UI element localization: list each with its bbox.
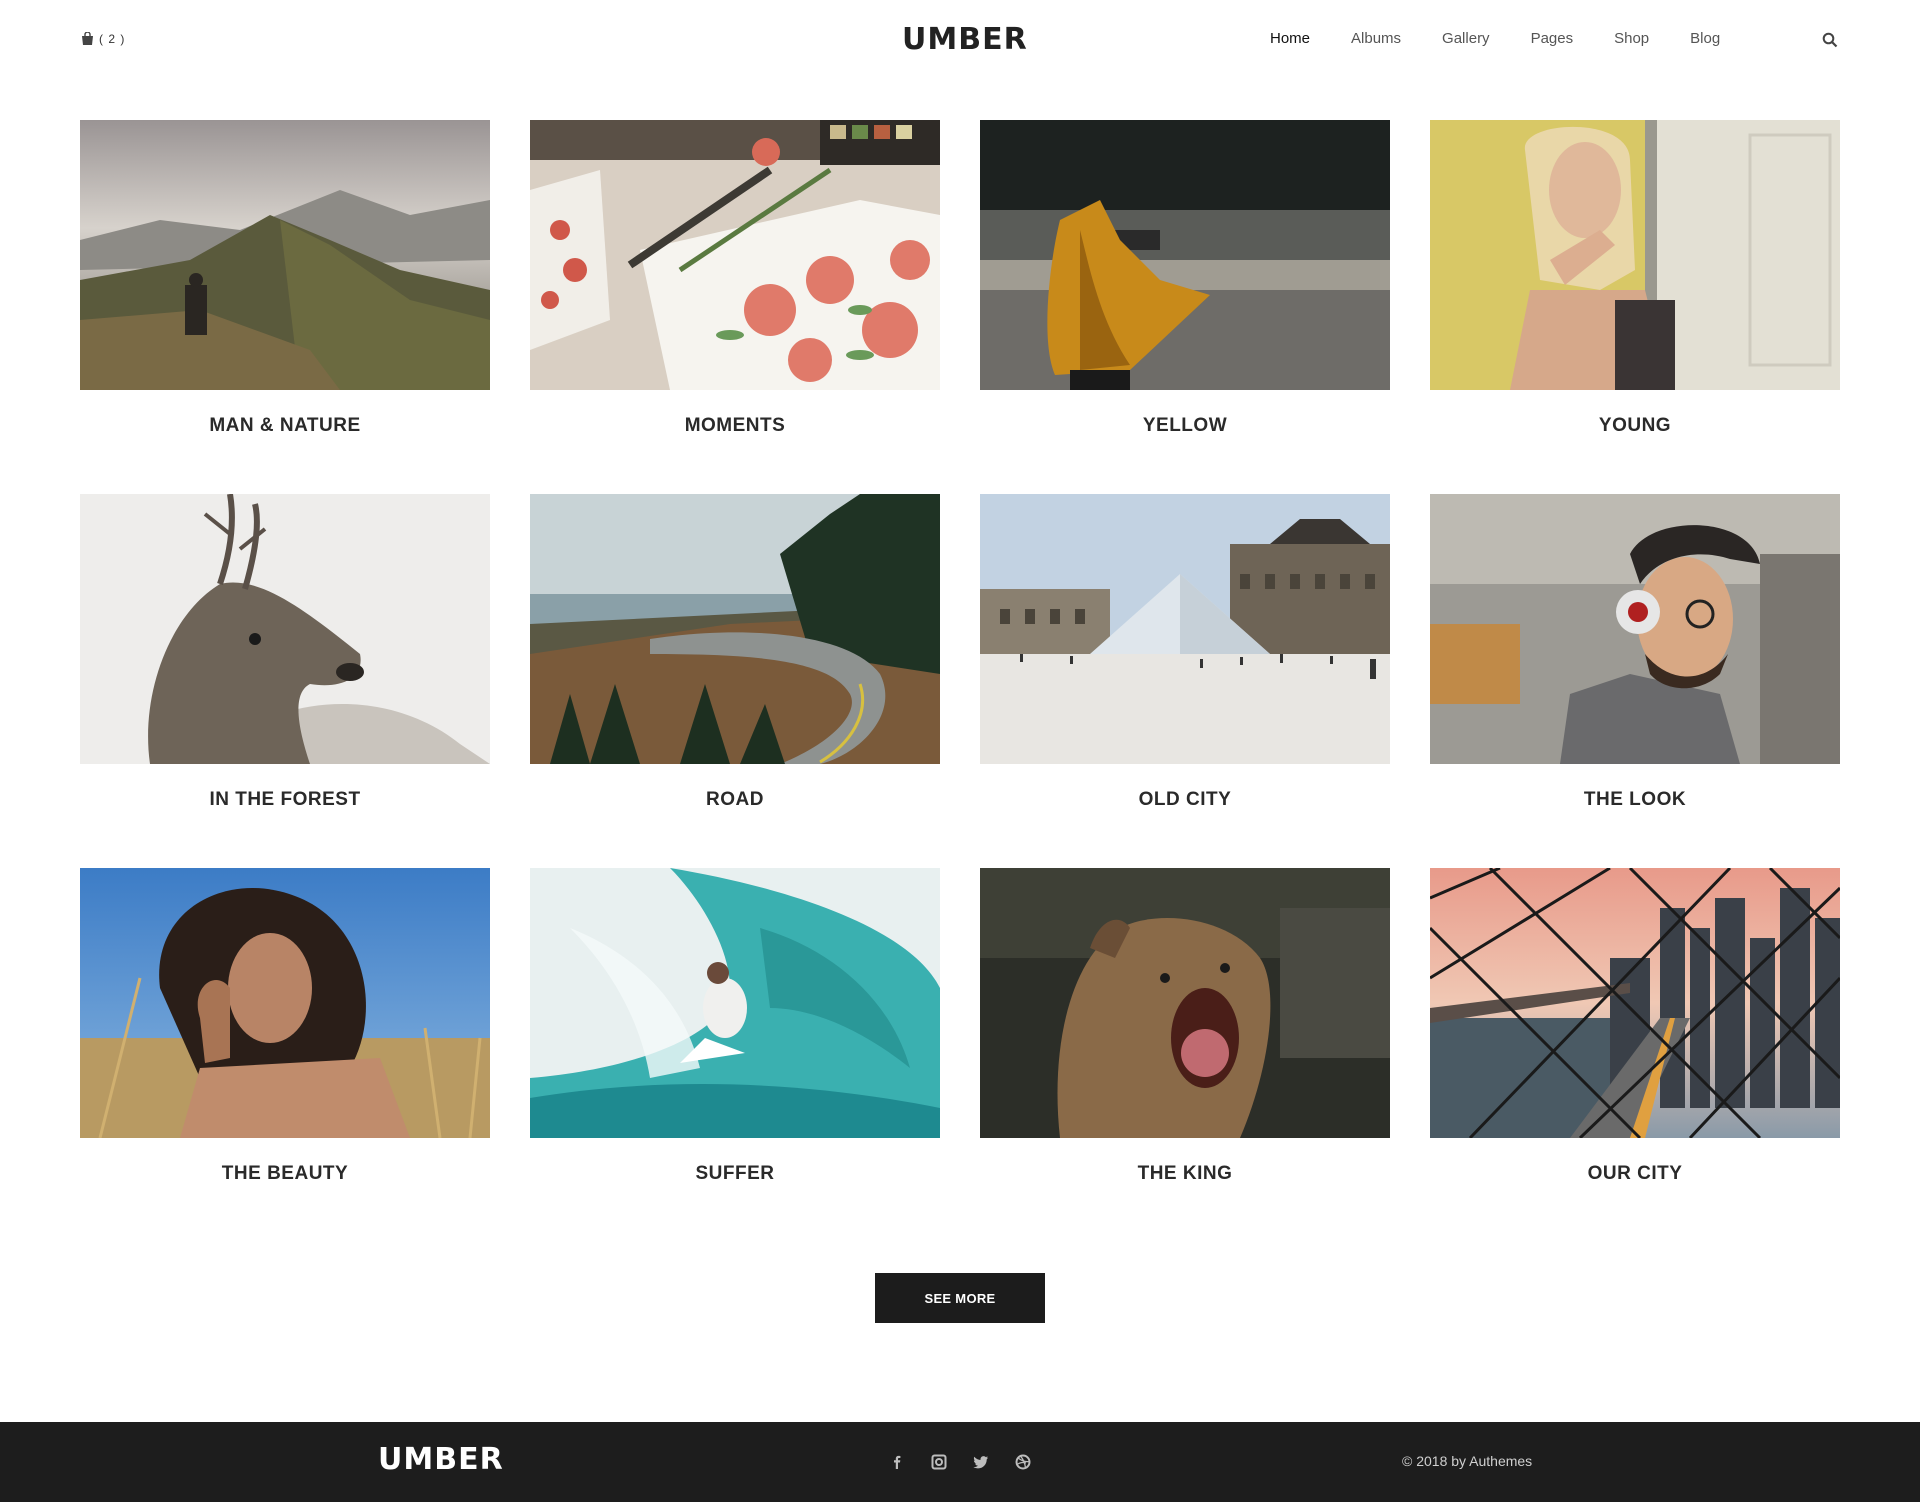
album-grid: MAN & NATURE MOMENTS YELLOW YOUNG IN THE… [80, 120, 1840, 1242]
album-card[interactable]: SUFFER [530, 868, 940, 1242]
album-card[interactable]: ROAD [530, 494, 940, 868]
album-image-in-the-forest[interactable] [80, 494, 490, 764]
nav-blog[interactable]: Blog [1690, 30, 1720, 47]
album-image-old-city[interactable] [980, 494, 1390, 764]
album-image-young[interactable] [1430, 120, 1840, 390]
album-title[interactable]: THE BEAUTY [80, 1163, 490, 1185]
nav-albums[interactable]: Albums [1351, 30, 1401, 47]
album-title[interactable]: YELLOW [980, 415, 1390, 437]
cart-button[interactable]: ( 2 ) [80, 32, 125, 46]
album-title[interactable]: OUR CITY [1430, 1163, 1840, 1185]
album-card[interactable]: THE KING [980, 868, 1390, 1242]
album-card[interactable]: THE BEAUTY [80, 868, 490, 1242]
album-title[interactable]: ROAD [530, 789, 940, 811]
album-image-suffer[interactable] [530, 868, 940, 1138]
album-card[interactable]: OLD CITY [980, 494, 1390, 868]
site-header: ( 2 ) UMBER Home Albums Gallery Pages Sh… [0, 0, 1920, 80]
album-card[interactable]: OUR CITY [1430, 868, 1840, 1242]
footer-logo[interactable]: UMBER [378, 1442, 504, 1477]
search-button[interactable] [1822, 32, 1838, 53]
album-card[interactable]: YOUNG [1430, 120, 1840, 494]
album-image-yellow[interactable] [980, 120, 1390, 390]
album-card[interactable]: MAN & NATURE [80, 120, 490, 494]
site-footer: UMBER © 2018 by Authemes [0, 1422, 1920, 1502]
copyright-text: © 2018 by Authemes [1402, 1453, 1533, 1469]
album-title[interactable]: SUFFER [530, 1163, 940, 1185]
site-logo[interactable]: UMBER [902, 22, 1028, 57]
facebook-icon[interactable] [888, 1453, 906, 1471]
album-image-moments[interactable] [530, 120, 940, 390]
album-image-the-look[interactable] [1430, 494, 1840, 764]
shopping-bag-icon [82, 32, 93, 45]
album-title[interactable]: MAN & NATURE [80, 415, 490, 437]
cart-count: ( 2 ) [99, 32, 126, 46]
social-links [888, 1453, 1032, 1471]
album-card[interactable]: IN THE FOREST [80, 494, 490, 868]
nav-home[interactable]: Home [1270, 30, 1310, 47]
album-image-our-city[interactable] [1430, 868, 1840, 1138]
album-title[interactable]: IN THE FOREST [80, 789, 490, 811]
album-image-road[interactable] [530, 494, 940, 764]
instagram-icon[interactable] [930, 1453, 948, 1471]
album-image-the-king[interactable] [980, 868, 1390, 1138]
album-image-man-nature[interactable] [80, 120, 490, 390]
album-title[interactable]: YOUNG [1430, 415, 1840, 437]
main-nav: Home Albums Gallery Pages Shop Blog [1270, 30, 1761, 47]
nav-gallery[interactable]: Gallery [1442, 30, 1490, 47]
album-title[interactable]: OLD CITY [980, 789, 1390, 811]
search-icon [1822, 32, 1838, 48]
album-title[interactable]: THE KING [980, 1163, 1390, 1185]
album-card[interactable]: YELLOW [980, 120, 1390, 494]
album-card[interactable]: MOMENTS [530, 120, 940, 494]
nav-shop[interactable]: Shop [1614, 30, 1649, 47]
twitter-icon[interactable] [972, 1453, 990, 1471]
album-title[interactable]: THE LOOK [1430, 789, 1840, 811]
dribbble-icon[interactable] [1014, 1453, 1032, 1471]
album-card[interactable]: THE LOOK [1430, 494, 1840, 868]
see-more-button[interactable]: SEE MORE [875, 1273, 1045, 1323]
nav-pages[interactable]: Pages [1531, 30, 1574, 47]
album-image-the-beauty[interactable] [80, 868, 490, 1138]
album-title[interactable]: MOMENTS [530, 415, 940, 437]
